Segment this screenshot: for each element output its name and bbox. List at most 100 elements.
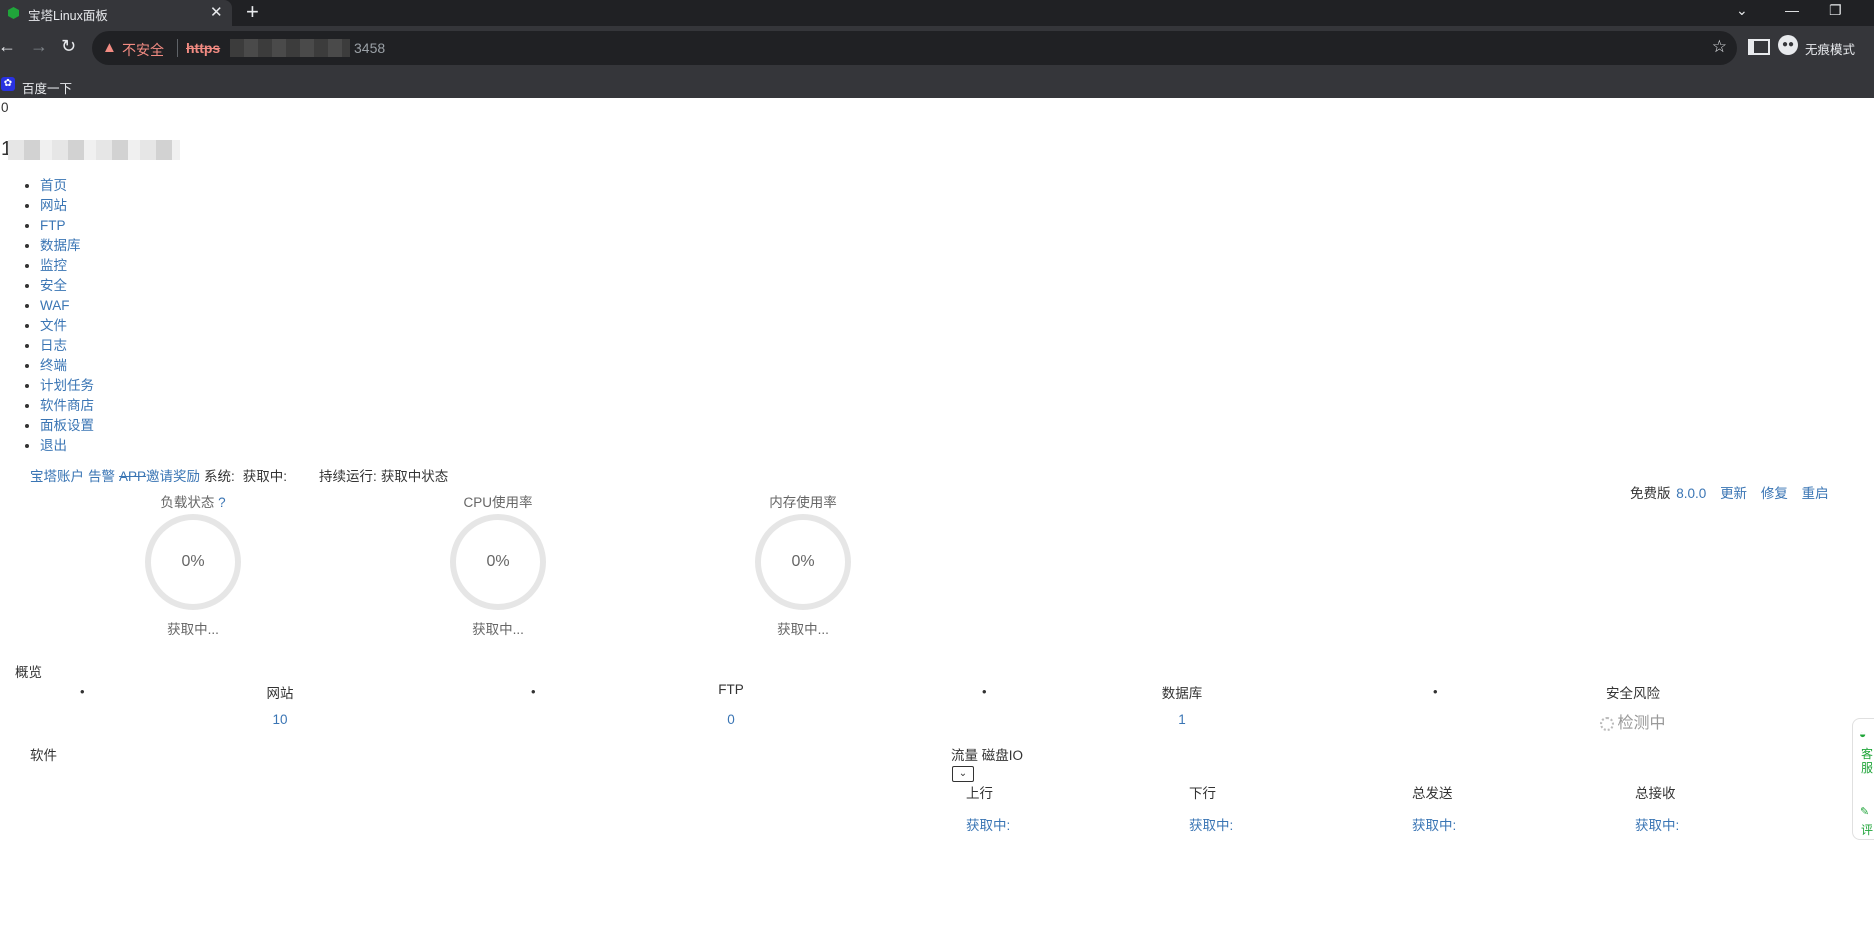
headset-icon: ◒ bbox=[1859, 727, 1867, 741]
stat-sites-value[interactable]: 10 bbox=[272, 712, 287, 727]
browser-tab[interactable]: 宝塔Linux面板 ✕ bbox=[0, 0, 232, 26]
upstream-value: 获取中: bbox=[966, 818, 1011, 833]
traffic-downstream: 下行 获取中: bbox=[1189, 784, 1389, 834]
alarm-link[interactable]: 告警 bbox=[88, 469, 115, 484]
invite-reward-link[interactable]: 邀请奖励 bbox=[146, 469, 200, 484]
tab-search-chevron-icon[interactable]: ⌄ bbox=[1736, 2, 1748, 19]
url-redacted bbox=[230, 39, 350, 57]
menu-link-sites[interactable]: 网站 bbox=[40, 198, 67, 213]
stat-security-value[interactable]: 检测中 bbox=[1617, 715, 1665, 732]
menu-link-files[interactable]: 文件 bbox=[40, 318, 67, 333]
total-received-value: 获取中: bbox=[1635, 818, 1680, 833]
menu-item-logs: 日志 bbox=[40, 336, 94, 356]
menu-link-home[interactable]: 首页 bbox=[40, 178, 67, 193]
menu-link-settings[interactable]: 面板设置 bbox=[40, 418, 94, 433]
chevron-down-icon: ⌄ bbox=[958, 768, 968, 779]
edit-icon: ✎ bbox=[1860, 806, 1870, 818]
forward-icon[interactable]: → bbox=[30, 36, 48, 57]
edition-links: 免费版 8.0.0 更新 修复 重启 bbox=[1630, 482, 1829, 502]
menu-item-waf: WAF bbox=[40, 296, 94, 316]
app-link[interactable]: APP bbox=[119, 469, 146, 484]
stat-ftp-label: FTP bbox=[718, 682, 744, 697]
stat-sites-label: 网站 bbox=[266, 686, 294, 701]
downstream-value: 获取中: bbox=[1189, 818, 1234, 833]
server-ip-redacted bbox=[8, 140, 180, 160]
panel-info-line: 宝塔账户 告警 APP邀请奖励 系统: 获取中: 持续运行: 获取中状态 bbox=[30, 465, 448, 485]
message-count: 0 bbox=[1, 100, 9, 115]
feedback-label[interactable]: 评 bbox=[1861, 821, 1873, 838]
not-secure-label[interactable]: 不安全 bbox=[122, 40, 164, 60]
total-sent-label: 总发送 bbox=[1412, 786, 1453, 801]
version-link[interactable]: 8.0.0 bbox=[1676, 486, 1706, 501]
customer-service-label[interactable]: 客服 bbox=[1861, 747, 1874, 775]
gauge-ring: 0% bbox=[755, 514, 851, 610]
tab-traffic[interactable]: 流量 bbox=[951, 748, 978, 763]
menu-link-waf[interactable]: WAF bbox=[40, 298, 70, 313]
stat-ftp-value[interactable]: 0 bbox=[727, 712, 735, 727]
gauge-load-status: 获取中... bbox=[167, 622, 219, 637]
bookmark-baidu[interactable]: 百度一下 bbox=[22, 78, 72, 97]
menu-link-logout[interactable]: 退出 bbox=[40, 438, 67, 453]
reload-icon[interactable]: ↻ bbox=[61, 36, 76, 57]
incognito-label[interactable]: 无痕模式 bbox=[1805, 39, 1855, 58]
menu-link-cron[interactable]: 计划任务 bbox=[40, 378, 94, 393]
address-bar[interactable]: ▲ 不安全 https 3458 ☆ bbox=[92, 31, 1737, 65]
loading-spinner-icon bbox=[1600, 717, 1615, 732]
browser-tab-strip: 宝塔Linux面板 ✕ + ⌄ — ❐ bbox=[0, 0, 1874, 26]
address-separator bbox=[177, 39, 178, 57]
gauge-load-value: 0% bbox=[181, 553, 205, 570]
menu-link-logs[interactable]: 日志 bbox=[40, 338, 67, 353]
gauge-memory-value: 0% bbox=[791, 553, 815, 570]
url-port: 3458 bbox=[354, 40, 386, 56]
menu-item-monitor: 监控 bbox=[40, 256, 94, 276]
total-sent-value: 获取中: bbox=[1412, 818, 1457, 833]
side-panel-icon[interactable] bbox=[1748, 39, 1770, 55]
tab-disk-io[interactable]: 磁盘IO bbox=[982, 748, 1023, 763]
stat-security-label: 安全风险 bbox=[1606, 686, 1660, 701]
restore-icon[interactable]: ❐ bbox=[1829, 2, 1842, 19]
uptime-label: 持续运行: bbox=[319, 469, 377, 484]
menu-link-database[interactable]: 数据库 bbox=[40, 238, 81, 253]
menu-item-files: 文件 bbox=[40, 316, 94, 336]
repair-link[interactable]: 修复 bbox=[1761, 486, 1788, 501]
menu-link-ftp[interactable]: FTP bbox=[40, 218, 66, 233]
gauge-memory[interactable]: 内存使用率 0% 获取中... bbox=[728, 491, 878, 638]
network-select[interactable]: ⌄ bbox=[952, 766, 974, 782]
gauge-load[interactable]: 负载状态 ? 0% 获取中... bbox=[118, 491, 268, 638]
new-tab-button[interactable]: + bbox=[246, 0, 259, 25]
system-label: 系统: bbox=[204, 469, 235, 484]
load-help-icon[interactable]: ? bbox=[218, 495, 226, 510]
menu-item-logout: 退出 bbox=[40, 436, 94, 456]
traffic-total-received: 总接收 获取中: bbox=[1635, 784, 1835, 834]
bt-favicon-icon bbox=[8, 7, 19, 19]
stat-database-value[interactable]: 1 bbox=[1178, 712, 1186, 727]
menu-item-sites: 网站 bbox=[40, 196, 94, 216]
menu-item-terminal: 终端 bbox=[40, 356, 94, 376]
page-content: 0 1 首页 网站 FTP 数据库 监控 安全 WAF 文件 日志 终端 计划任… bbox=[0, 98, 1874, 938]
menu-item-security: 安全 bbox=[40, 276, 94, 296]
customer-service-widget[interactable]: ◒ 客服 ✎ 评 bbox=[1852, 718, 1874, 840]
bookmark-star-icon[interactable]: ☆ bbox=[1712, 37, 1727, 57]
tab-close-icon[interactable]: ✕ bbox=[210, 3, 223, 21]
update-link[interactable]: 更新 bbox=[1720, 486, 1747, 501]
gauge-memory-status: 获取中... bbox=[777, 622, 829, 637]
back-icon[interactable]: ← bbox=[0, 36, 16, 57]
traffic-tabs: 流量 磁盘IO bbox=[951, 744, 1023, 764]
traffic-total-sent: 总发送 获取中: bbox=[1412, 784, 1612, 834]
gauge-ring: 0% bbox=[450, 514, 546, 610]
system-value: 获取中: bbox=[242, 469, 288, 484]
restart-link[interactable]: 重启 bbox=[1802, 486, 1829, 501]
bookmarks-bar: ✿ 百度一下 bbox=[0, 72, 1874, 98]
menu-link-terminal[interactable]: 终端 bbox=[40, 358, 67, 373]
bt-account-link[interactable]: 宝塔账户 bbox=[30, 469, 84, 484]
menu-link-monitor[interactable]: 监控 bbox=[40, 258, 67, 273]
gauge-cpu[interactable]: CPU使用率 0% 获取中... bbox=[423, 491, 573, 638]
url-protocol: https bbox=[186, 40, 221, 56]
menu-item-settings: 面板设置 bbox=[40, 416, 94, 436]
menu-link-store[interactable]: 软件商店 bbox=[40, 398, 94, 413]
minimize-icon[interactable]: — bbox=[1785, 2, 1799, 18]
menu-link-security[interactable]: 安全 bbox=[40, 278, 67, 293]
menu-item-cron: 计划任务 bbox=[40, 376, 94, 396]
tab-title: 宝塔Linux面板 bbox=[28, 9, 108, 23]
incognito-icon[interactable]: ●● bbox=[1778, 35, 1798, 55]
